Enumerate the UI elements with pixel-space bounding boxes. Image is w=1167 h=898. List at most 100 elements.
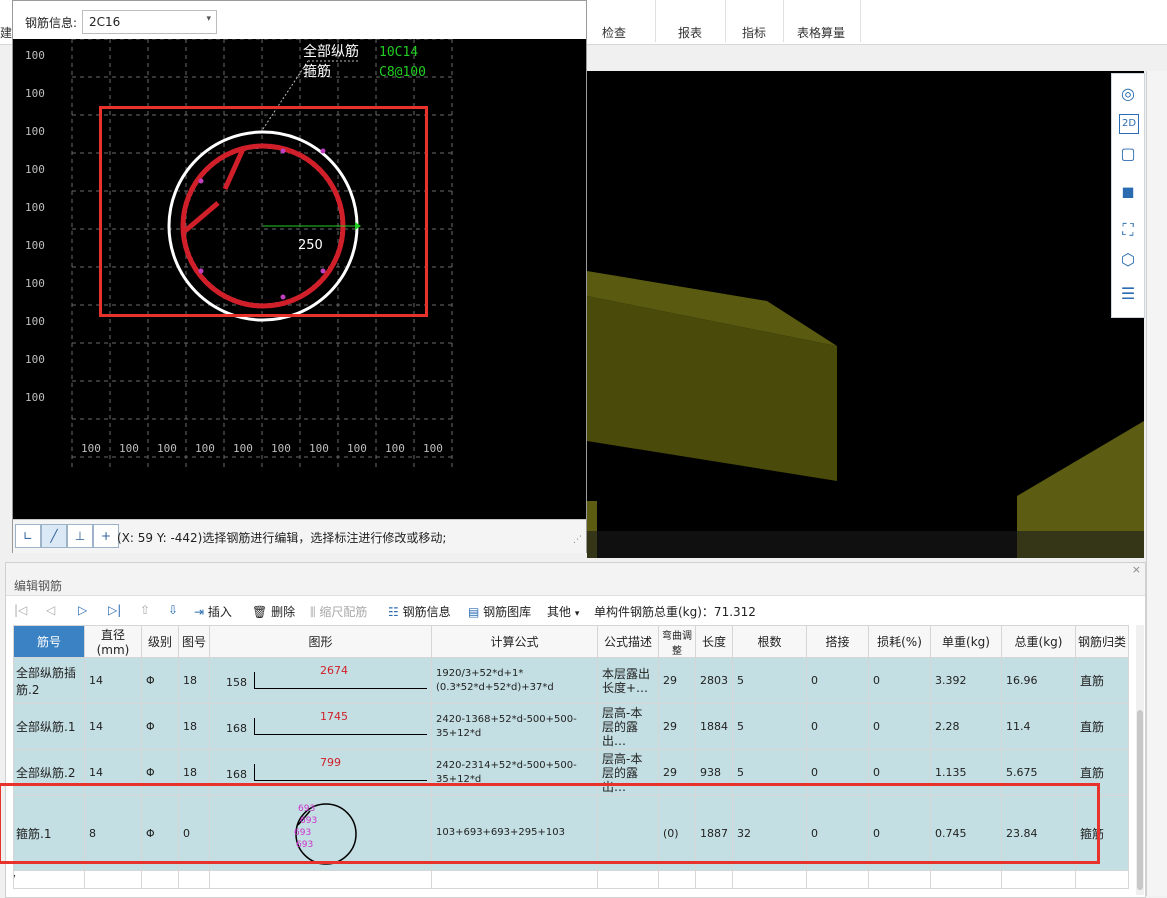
cell-empty[interactable] xyxy=(658,870,696,889)
orbit-icon[interactable]: ◎ xyxy=(1116,82,1140,106)
cell-count[interactable]: 5 xyxy=(732,703,807,750)
cell-figure[interactable]: 18 xyxy=(178,657,210,704)
cell-empty[interactable] xyxy=(868,870,931,889)
cell-name[interactable]: 3全部纵筋插筋.2 xyxy=(13,657,85,704)
ribbon-check[interactable]: 检查 xyxy=(602,24,626,41)
cell-loss[interactable]: 0 xyxy=(868,703,931,750)
legend-all-long-value: 10C14 xyxy=(379,45,418,60)
cell-loss[interactable]: 0 xyxy=(868,657,931,704)
header-col-bend[interactable]: 弯曲调整 xyxy=(658,625,696,658)
grid-label: 100 xyxy=(233,442,253,455)
cell-total-weight[interactable]: 16.96 xyxy=(1001,657,1076,704)
cell-bend[interactable]: 29 xyxy=(658,703,696,750)
cube-select-icon[interactable]: ⬡ xyxy=(1116,248,1140,272)
next-row-icon[interactable]: ▷ xyxy=(78,603,87,617)
header-col-desc[interactable]: 公式描述 xyxy=(597,625,659,658)
move-down-icon[interactable]: ⇩ xyxy=(168,603,178,617)
cell-empty[interactable] xyxy=(1075,870,1129,889)
header-col-count[interactable]: 根数 xyxy=(732,625,807,658)
header-col-lap[interactable]: 搭接 xyxy=(806,625,869,658)
header-col-total-weight[interactable]: 总重(kg) xyxy=(1001,625,1076,658)
cell-grade[interactable]: Φ xyxy=(141,657,179,704)
3d-box-icon[interactable]: ▢ xyxy=(1116,142,1140,166)
cell-empty[interactable] xyxy=(806,870,869,889)
cell-empty[interactable] xyxy=(141,870,179,889)
cell-total-weight[interactable]: 11.4 xyxy=(1001,703,1076,750)
cell-empty[interactable] xyxy=(431,870,598,889)
layer-view-icon[interactable]: ☰ xyxy=(1116,282,1140,306)
cell-name[interactable]: 4全部纵筋.1 xyxy=(13,703,85,750)
rebar-info-select[interactable]: 2C16 ▾ xyxy=(82,10,217,34)
cell-next-row[interactable]: 7 xyxy=(13,870,85,889)
cell-category[interactable]: 直筋 xyxy=(1075,703,1129,750)
header-col-length[interactable]: 长度 xyxy=(695,625,733,658)
cell-shape[interactable]: 158 2674 xyxy=(209,657,432,704)
grid-label: 100 xyxy=(25,277,45,290)
other-dropdown[interactable]: 其他 ▾ xyxy=(547,603,579,620)
header-col-figure[interactable]: 图号 xyxy=(178,625,210,658)
cell-empty[interactable] xyxy=(84,870,142,889)
add-dimension-icon[interactable]: + xyxy=(93,524,119,548)
rebar-library-button[interactable]: ▤ 钢筋图库 xyxy=(468,603,531,620)
header-col-no[interactable]: 筋号 xyxy=(13,625,85,658)
cell-length[interactable]: 1884 xyxy=(695,703,733,750)
2d-view-icon[interactable]: 2D xyxy=(1119,114,1139,134)
cell-grade[interactable]: Φ xyxy=(141,703,179,750)
close-icon[interactable]: × xyxy=(1132,563,1141,576)
cell-empty[interactable] xyxy=(178,870,210,889)
cell-empty[interactable] xyxy=(930,870,1002,889)
cell-formula[interactable]: 2420-1368+52*d-500+500-35+12*d xyxy=(431,703,598,750)
fit-view-icon[interactable]: ⛶ xyxy=(1116,218,1140,242)
first-row-icon[interactable]: |◁ xyxy=(14,603,27,617)
ribbon-table-quantity[interactable]: 表格算量 xyxy=(797,24,845,41)
header-col-loss[interactable]: 损耗(%) xyxy=(868,625,931,658)
cell-desc[interactable]: 本层露出长度+… xyxy=(597,657,659,704)
line-icon[interactable]: ╱ xyxy=(41,524,67,548)
scale-rebar-button[interactable]: ⫼ 缩尺配筋 xyxy=(310,603,367,620)
table-row[interactable]: 3全部纵筋插筋.214Φ1815826741920/3+52*d+1*(0.3*… xyxy=(13,657,1129,704)
scrollbar-thumb[interactable] xyxy=(1137,710,1143,890)
last-row-icon[interactable]: ▷| xyxy=(108,603,121,617)
cell-count[interactable]: 5 xyxy=(732,657,807,704)
cell-diameter[interactable]: 14 xyxy=(84,657,142,704)
perpendicular-icon[interactable]: ⊥ xyxy=(67,524,93,548)
cell-category[interactable]: 直筋 xyxy=(1075,657,1129,704)
cell-bend[interactable]: 29 xyxy=(658,657,696,704)
ribbon-report[interactable]: 报表 xyxy=(678,24,702,41)
header-col-formula[interactable]: 计算公式 xyxy=(431,625,598,658)
grid-label: 100 xyxy=(271,442,291,455)
header-col-category[interactable]: 钢筋归类 xyxy=(1075,625,1129,658)
prev-row-icon[interactable]: ◁ xyxy=(46,603,55,617)
header-col-unit-weight[interactable]: 单重(kg) xyxy=(930,625,1002,658)
3d-viewport[interactable] xyxy=(587,71,1144,558)
cell-shape[interactable]: 168 1745 xyxy=(209,703,432,750)
cell-empty[interactable] xyxy=(597,870,659,889)
cell-desc[interactable]: 层高-本层的露出… xyxy=(597,703,659,750)
move-up-icon[interactable]: ⇧ xyxy=(140,603,150,617)
rebar-info-button[interactable]: ☷ 钢筋信息 xyxy=(388,603,451,620)
cell-length[interactable]: 2803 xyxy=(695,657,733,704)
cell-figure[interactable]: 18 xyxy=(178,703,210,750)
ribbon-index[interactable]: 指标 xyxy=(742,24,766,41)
resize-grip-icon[interactable]: ⋰ xyxy=(573,535,582,545)
cell-empty[interactable] xyxy=(1001,870,1076,889)
corner-icon[interactable]: ∟ xyxy=(15,524,41,548)
cell-unit-weight[interactable]: 3.392 xyxy=(930,657,1002,704)
cell-empty[interactable] xyxy=(695,870,733,889)
cell-unit-weight[interactable]: 2.28 xyxy=(930,703,1002,750)
header-col-shape[interactable]: 图形 xyxy=(209,625,432,658)
header-col-diameter[interactable]: 直径(mm) xyxy=(84,625,142,658)
cell-lap[interactable]: 0 xyxy=(806,657,869,704)
delete-button[interactable]: 🗑 删除 xyxy=(252,603,295,620)
header-col-grade[interactable]: 级别 xyxy=(141,625,179,658)
cell-diameter[interactable]: 14 xyxy=(84,703,142,750)
cell-formula[interactable]: 1920/3+52*d+1*(0.3*52*d+52*d)+37*d xyxy=(431,657,598,704)
3d-solid-icon[interactable]: ◼ xyxy=(1116,180,1140,204)
cell-empty[interactable] xyxy=(209,870,432,889)
table-row[interactable]: 4全部纵筋.114Φ1816817452420-1368+52*d-500+50… xyxy=(13,703,1129,750)
cell-lap[interactable]: 0 xyxy=(806,703,869,750)
table-scrollbar[interactable] xyxy=(1136,625,1144,895)
insert-button[interactable]: ⇥ 插入 xyxy=(194,603,232,620)
table-row[interactable]: 7 xyxy=(13,870,1129,889)
cell-empty[interactable] xyxy=(732,870,807,889)
